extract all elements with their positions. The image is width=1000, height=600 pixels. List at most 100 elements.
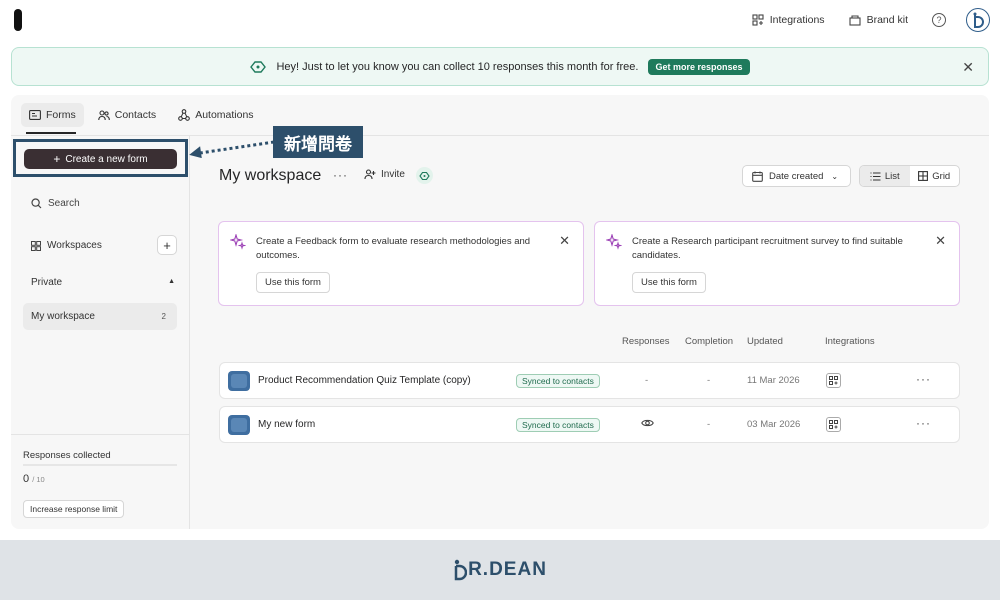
- table-row[interactable]: Product Recommendation Quiz Template (co…: [219, 362, 960, 399]
- integrations-link[interactable]: Integrations: [752, 6, 825, 34]
- form-thumbnail: [228, 415, 250, 435]
- suggestion-card: Create a Research participant recruitmen…: [594, 221, 960, 306]
- workspaces-grid-icon: [31, 240, 41, 251]
- create-button-highlight: + Create a new form: [13, 139, 188, 177]
- view-list-label: List: [884, 170, 900, 182]
- status-badge: Synced to contacts: [516, 374, 600, 388]
- suggestion-text: Create a Feedback form to evaluate resea…: [256, 236, 531, 261]
- create-new-form-button[interactable]: + Create a new form: [24, 149, 177, 169]
- avatar[interactable]: [966, 8, 990, 32]
- use-this-form-button[interactable]: Use this form: [256, 272, 330, 293]
- tab-contacts[interactable]: Contacts: [90, 103, 164, 127]
- annotation-label: 新增問卷: [273, 126, 363, 158]
- updated-cell: 03 Mar 2026: [747, 419, 801, 430]
- private-section-toggle[interactable]: Private ▲: [31, 277, 177, 288]
- nav-tabs: Forms Contacts Automations: [21, 103, 262, 127]
- active-tab-indicator: [26, 132, 76, 134]
- responses-count: 0 / 10: [23, 473, 45, 485]
- view-grid-label: Grid: [932, 170, 951, 182]
- column-header-integrations[interactable]: Integrations: [825, 336, 875, 347]
- top-actions: Integrations Brand kit ?: [752, 6, 990, 34]
- table-row[interactable]: My new form Synced to contacts - 03 Mar …: [219, 406, 960, 443]
- calendar-icon: [752, 171, 763, 182]
- contacts-icon: [98, 109, 110, 120]
- brand-kit-link[interactable]: Brand kit: [849, 6, 908, 34]
- brand-kit-icon: [849, 15, 861, 26]
- tab-automations-label: Automations: [195, 109, 254, 121]
- tab-contacts-label: Contacts: [114, 109, 157, 121]
- responses-progress-bar: [23, 464, 177, 466]
- top-bar: Integrations Brand kit ?: [0, 0, 1000, 40]
- invite-button[interactable]: Invite: [364, 169, 405, 180]
- column-header-completion[interactable]: Completion: [685, 336, 733, 347]
- tab-forms[interactable]: Forms: [21, 103, 84, 127]
- create-new-form-label: Create a new form: [65, 153, 148, 165]
- responses-limit: / 10: [32, 475, 45, 484]
- increase-response-limit-button[interactable]: Increase response limit: [23, 500, 125, 518]
- row-more-options-icon[interactable]: ···: [916, 372, 931, 386]
- view-grid-button[interactable]: Grid: [910, 166, 960, 186]
- sparkle-icon: [230, 234, 246, 250]
- integrations-icon[interactable]: [826, 417, 841, 432]
- preview-eye-icon[interactable]: [641, 418, 654, 431]
- search-icon: [31, 198, 42, 209]
- tag-icon: [250, 60, 267, 73]
- integrations-label: Integrations: [769, 14, 825, 26]
- banner-close-icon[interactable]: ✕: [962, 59, 974, 76]
- column-header-updated[interactable]: Updated: [747, 336, 783, 347]
- brand-d-icon: [454, 559, 468, 581]
- chevron-down-icon: ⌄: [831, 171, 839, 181]
- list-icon: [870, 171, 881, 181]
- status-badge: Synced to contacts: [516, 418, 600, 432]
- plan-tag-icon[interactable]: [416, 167, 433, 184]
- get-more-responses-button[interactable]: Get more responses: [648, 58, 750, 75]
- dismiss-suggestion-icon[interactable]: ✕: [935, 233, 946, 249]
- tab-forms-label: Forms: [46, 109, 76, 121]
- help-icon[interactable]: ?: [932, 13, 946, 27]
- plus-icon: +: [53, 152, 61, 166]
- add-workspace-button[interactable]: +: [157, 235, 177, 255]
- grid-icon: [918, 171, 929, 181]
- sparkle-icon: [606, 234, 622, 250]
- tab-automations[interactable]: Automations: [170, 103, 261, 127]
- brand-logo: R.DEAN: [453, 559, 547, 581]
- workspace-options-icon[interactable]: ···: [333, 168, 348, 182]
- sidebar-item-my-workspace[interactable]: My workspace 2: [23, 303, 177, 330]
- integrations-icon[interactable]: [826, 373, 841, 388]
- invite-label: Invite: [381, 169, 405, 180]
- responses-count-value: 0: [23, 473, 30, 485]
- automations-icon: [178, 109, 191, 121]
- caret-up-icon: ▲: [168, 278, 175, 285]
- app-panel: Forms Contacts Automations + Create a ne…: [11, 95, 989, 529]
- use-this-form-button[interactable]: Use this form: [632, 272, 706, 293]
- form-name[interactable]: My new form: [258, 419, 315, 430]
- suggestion-card: Create a Feedback form to evaluate resea…: [218, 221, 584, 306]
- sidebar-divider: [11, 434, 189, 435]
- integrations-icon: [752, 14, 764, 26]
- avatar-logo-icon: [973, 12, 984, 28]
- app-logo[interactable]: [14, 9, 22, 31]
- form-name[interactable]: Product Recommendation Quiz Template (co…: [258, 375, 471, 386]
- sidebar-search[interactable]: Search: [31, 198, 80, 209]
- forms-icon: [29, 110, 41, 120]
- sort-dropdown[interactable]: Date created ⌄: [742, 165, 851, 187]
- responses-collected-title: Responses collected: [23, 450, 111, 461]
- workspaces-label: Workspaces: [47, 240, 102, 251]
- view-list-button[interactable]: List: [860, 166, 910, 186]
- add-user-icon: [364, 169, 376, 180]
- annotation-arrow: [189, 140, 275, 158]
- free-plan-banner: Hey! Just to let you know you can collec…: [11, 47, 989, 86]
- suggestion-text: Create a Research participant recruitmen…: [632, 236, 903, 261]
- tag-icon: [419, 171, 430, 180]
- row-more-options-icon[interactable]: ···: [916, 416, 931, 430]
- workspaces-header: Workspaces +: [31, 235, 177, 255]
- banner-message: Hey! Just to let you know you can collec…: [276, 60, 639, 73]
- private-label: Private: [31, 277, 63, 288]
- column-header-responses[interactable]: Responses: [622, 336, 670, 347]
- brand-footer: R.DEAN: [0, 540, 1000, 600]
- my-workspace-label: My workspace: [31, 311, 95, 322]
- brand-wordmark: R.DEAN: [468, 559, 547, 580]
- dismiss-suggestion-icon[interactable]: ✕: [559, 233, 570, 249]
- updated-cell: 11 Mar 2026: [747, 375, 800, 386]
- completion-cell: -: [707, 419, 711, 430]
